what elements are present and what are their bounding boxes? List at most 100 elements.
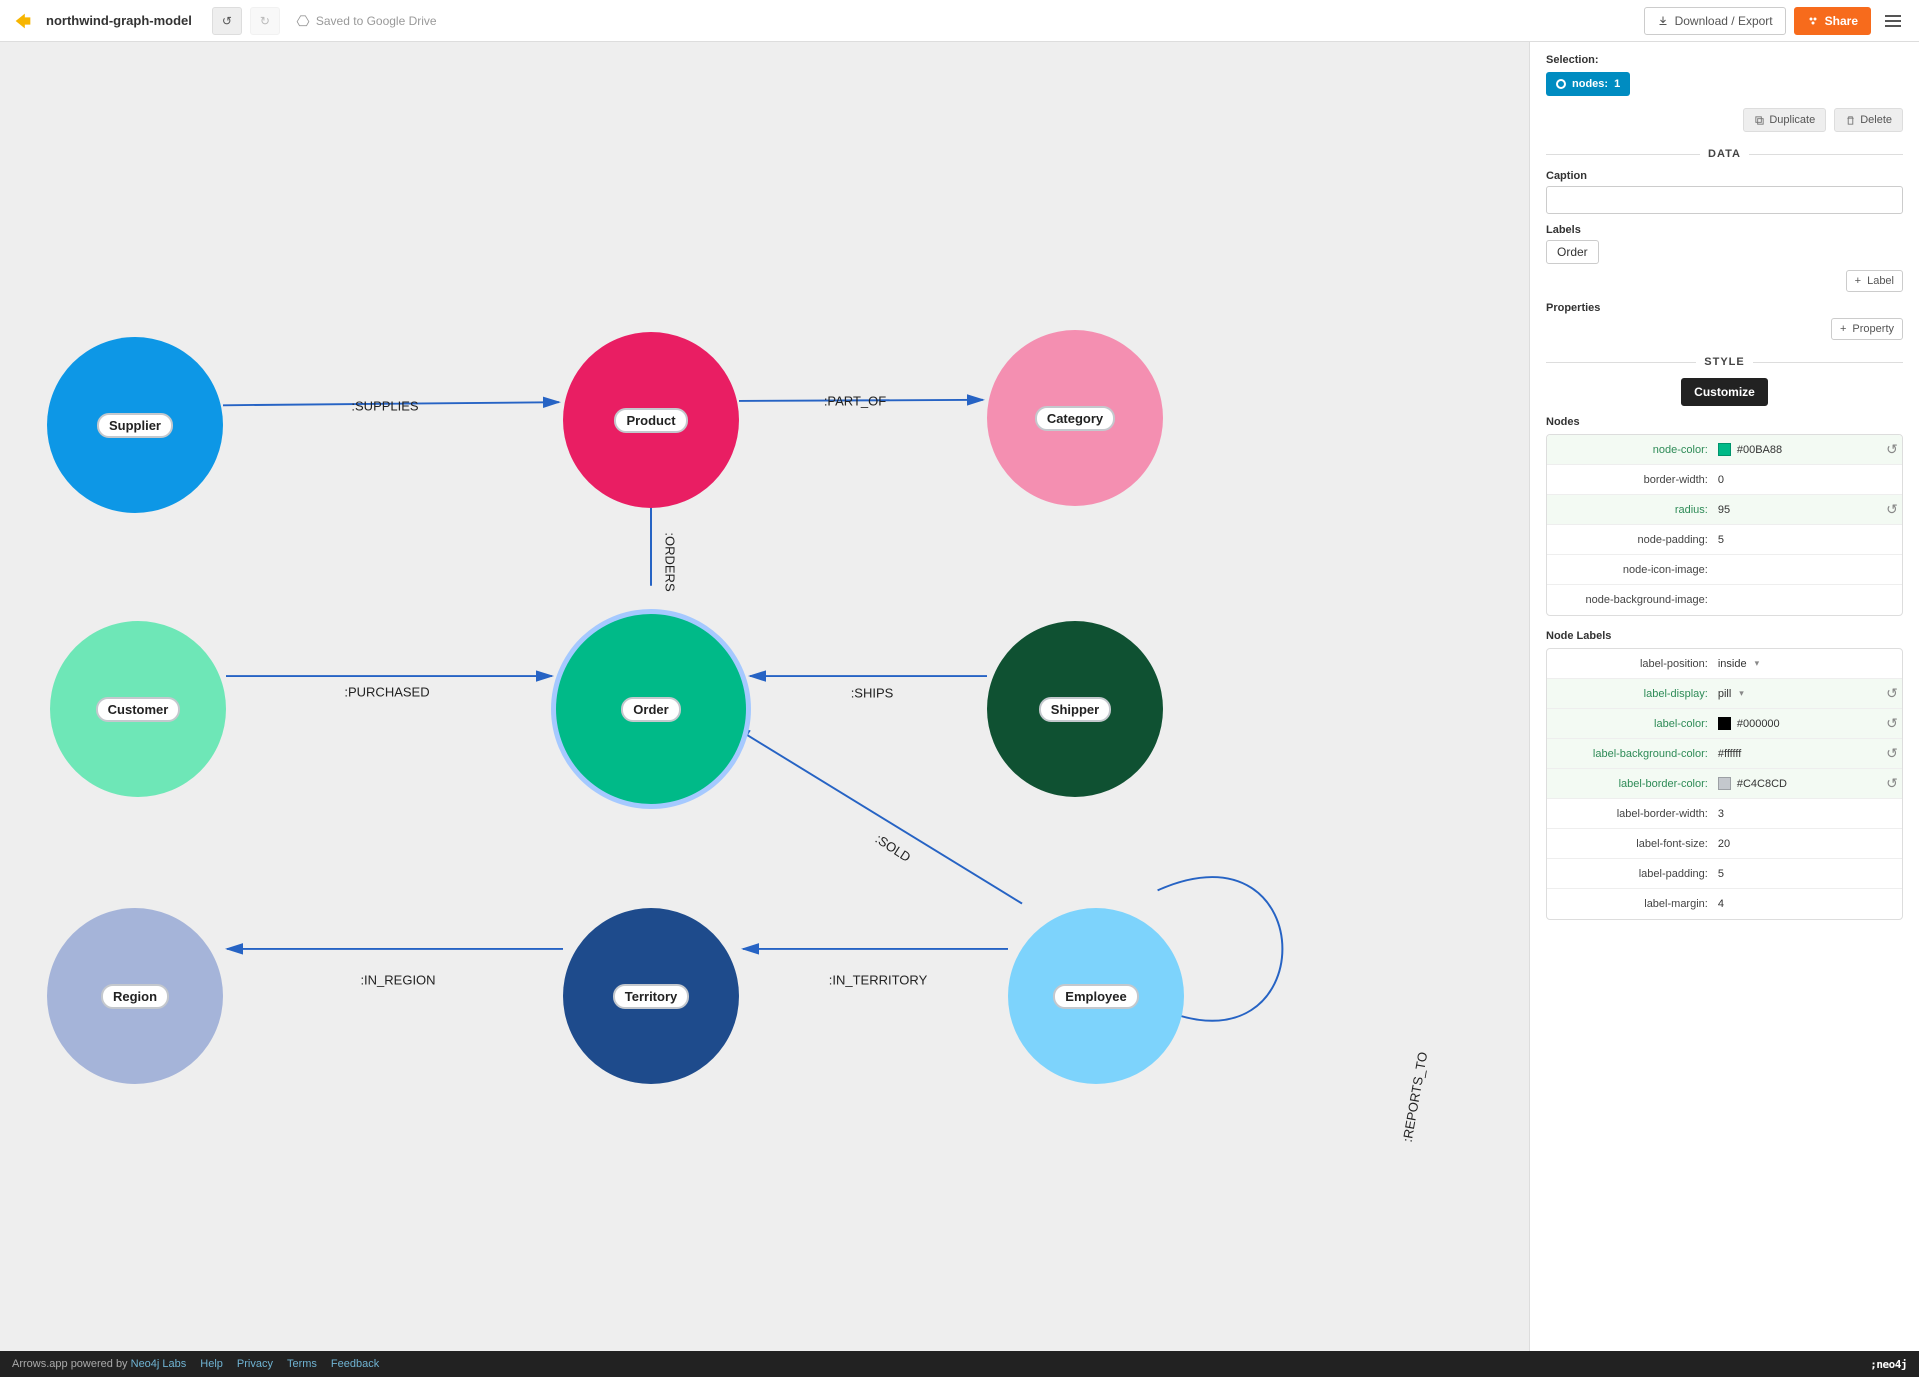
properties-label: Properties xyxy=(1546,302,1903,314)
share-button[interactable]: Share xyxy=(1794,7,1871,35)
document-title[interactable]: northwind-graph-model xyxy=(46,13,192,28)
style-prop-key: label-font-size: xyxy=(1547,838,1714,850)
revert-button[interactable]: ↺ xyxy=(1882,685,1902,702)
nodes-header: Nodes xyxy=(1546,416,1903,428)
style-prop-row[interactable]: label-border-color:#C4C8CD↺ xyxy=(1547,769,1902,799)
color-swatch[interactable] xyxy=(1718,443,1731,456)
footer-privacy-link[interactable]: Privacy xyxy=(237,1358,273,1370)
style-prop-value[interactable]: #C4C8CD xyxy=(1714,777,1882,790)
style-prop-row[interactable]: node-background-image: xyxy=(1547,585,1902,615)
revert-button[interactable]: ↺ xyxy=(1882,775,1902,792)
menu-button[interactable] xyxy=(1879,7,1907,35)
node-label: Region xyxy=(101,984,169,1009)
footer-terms-link[interactable]: Terms xyxy=(287,1358,317,1370)
duplicate-button[interactable]: Duplicate xyxy=(1743,108,1826,132)
delete-button[interactable]: Delete xyxy=(1834,108,1903,132)
style-prop-value[interactable]: 95 xyxy=(1714,504,1882,516)
style-prop-key: label-background-color: xyxy=(1547,748,1714,760)
edge-label[interactable]: :ORDERS xyxy=(663,532,678,591)
duplicate-icon xyxy=(1754,115,1765,126)
edge-label[interactable]: :PURCHASED xyxy=(344,685,429,700)
style-prop-row[interactable]: label-border-width:3 xyxy=(1547,799,1902,829)
style-prop-value[interactable]: 5 xyxy=(1714,534,1882,546)
graph-node-product[interactable]: Product xyxy=(563,332,739,508)
edge-label[interactable]: :SUPPLIES xyxy=(351,399,418,414)
style-prop-key: label-border-width: xyxy=(1547,808,1714,820)
footer-feedback-link[interactable]: Feedback xyxy=(331,1358,379,1370)
edge-label[interactable]: :IN_REGION xyxy=(360,973,435,988)
style-prop-row[interactable]: radius:95↺ xyxy=(1547,495,1902,525)
properties-sidebar: Selection: nodes: 1 Duplicate Delete D xyxy=(1529,42,1919,1351)
share-icon xyxy=(1807,15,1819,27)
style-prop-row[interactable]: label-background-color:#ffffff↺ xyxy=(1547,739,1902,769)
style-prop-value[interactable]: #ffffff xyxy=(1714,748,1882,760)
style-prop-value[interactable]: 3 xyxy=(1714,808,1882,820)
style-prop-value[interactable]: 5 xyxy=(1714,868,1882,880)
footer-neo4j-labs-link[interactable]: Neo4j Labs xyxy=(131,1358,187,1370)
edge-label[interactable]: :REPORTS_TO xyxy=(1400,1051,1431,1143)
style-prop-key: label-padding: xyxy=(1547,868,1714,880)
graph-node-shipper[interactable]: Shipper xyxy=(987,621,1163,797)
graph-node-order[interactable]: Order xyxy=(556,614,746,804)
style-prop-value[interactable]: #000000 xyxy=(1714,717,1882,730)
customize-button[interactable]: Customize xyxy=(1681,378,1768,406)
style-prop-value[interactable]: inside▾ xyxy=(1714,658,1882,670)
style-prop-key: label-position: xyxy=(1547,658,1714,670)
style-prop-key: label-color: xyxy=(1547,718,1714,730)
revert-button[interactable]: ↺ xyxy=(1882,745,1902,762)
footer-help-link[interactable]: Help xyxy=(200,1358,223,1370)
style-prop-row[interactable]: label-margin:4 xyxy=(1547,889,1902,919)
graph-canvas[interactable]: Supplier Product Category Customer Order Ship… xyxy=(0,42,1529,1351)
style-prop-row[interactable]: label-padding:5 xyxy=(1547,859,1902,889)
revert-button[interactable]: ↺ xyxy=(1882,441,1902,458)
labels-label: Labels xyxy=(1546,224,1903,236)
style-prop-row[interactable]: node-icon-image: xyxy=(1547,555,1902,585)
graph-node-employee[interactable]: Employee xyxy=(1008,908,1184,1084)
chevron-down-icon: ▾ xyxy=(1739,688,1744,699)
style-prop-value[interactable]: 4 xyxy=(1714,898,1882,910)
node-label: Shipper xyxy=(1039,697,1111,722)
style-prop-key: label-display: xyxy=(1547,688,1714,700)
redo-button[interactable]: ↻ xyxy=(250,7,280,35)
color-swatch[interactable] xyxy=(1718,717,1731,730)
selection-nodes-badge[interactable]: nodes: 1 xyxy=(1546,72,1630,96)
node-label: Customer xyxy=(96,697,181,722)
download-icon xyxy=(1657,15,1669,27)
edge-label[interactable]: :SHIPS xyxy=(851,686,894,701)
style-prop-key: node-color: xyxy=(1547,444,1714,456)
graph-node-region[interactable]: Region xyxy=(47,908,223,1084)
add-property-button[interactable]: + Property xyxy=(1831,318,1903,340)
style-prop-row[interactable]: label-position:inside▾ xyxy=(1547,649,1902,679)
footer-powered: Arrows.app powered by xyxy=(12,1358,131,1370)
style-prop-row[interactable]: label-font-size:20 xyxy=(1547,829,1902,859)
revert-button[interactable]: ↺ xyxy=(1882,715,1902,732)
label-chip[interactable]: Order xyxy=(1546,240,1599,264)
style-prop-row[interactable]: node-padding:5 xyxy=(1547,525,1902,555)
revert-button[interactable]: ↺ xyxy=(1882,501,1902,518)
download-export-button[interactable]: Download / Export xyxy=(1644,7,1786,35)
edge-label[interactable]: :SOLD xyxy=(873,831,914,865)
style-prop-value[interactable]: 20 xyxy=(1714,838,1882,850)
edge-label[interactable]: :IN_TERRITORY xyxy=(829,973,927,988)
style-prop-value[interactable]: 0 xyxy=(1714,474,1882,486)
style-prop-row[interactable]: border-width:0 xyxy=(1547,465,1902,495)
style-prop-value[interactable]: pill▾ xyxy=(1714,688,1882,700)
style-prop-value[interactable]: #00BA88 xyxy=(1714,443,1882,456)
footer: Arrows.app powered by Neo4j Labs Help Pr… xyxy=(0,1351,1919,1377)
node-labels-header: Node Labels xyxy=(1546,630,1903,642)
edge-label[interactable]: :PART_OF xyxy=(824,394,886,409)
graph-node-category[interactable]: Category xyxy=(987,330,1163,506)
color-swatch[interactable] xyxy=(1718,777,1731,790)
data-section-header: DATA xyxy=(1708,148,1741,160)
caption-label: Caption xyxy=(1546,170,1903,182)
caption-input[interactable] xyxy=(1546,186,1903,214)
style-prop-row[interactable]: node-color:#00BA88↺ xyxy=(1547,435,1902,465)
style-prop-row[interactable]: label-color:#000000↺ xyxy=(1547,709,1902,739)
graph-node-territory[interactable]: Territory xyxy=(563,908,739,1084)
node-label: Territory xyxy=(613,984,690,1009)
graph-node-customer[interactable]: Customer xyxy=(50,621,226,797)
style-prop-row[interactable]: label-display:pill▾↺ xyxy=(1547,679,1902,709)
undo-button[interactable]: ↺ xyxy=(212,7,242,35)
add-label-button[interactable]: + Label xyxy=(1846,270,1903,292)
graph-node-supplier[interactable]: Supplier xyxy=(47,337,223,513)
